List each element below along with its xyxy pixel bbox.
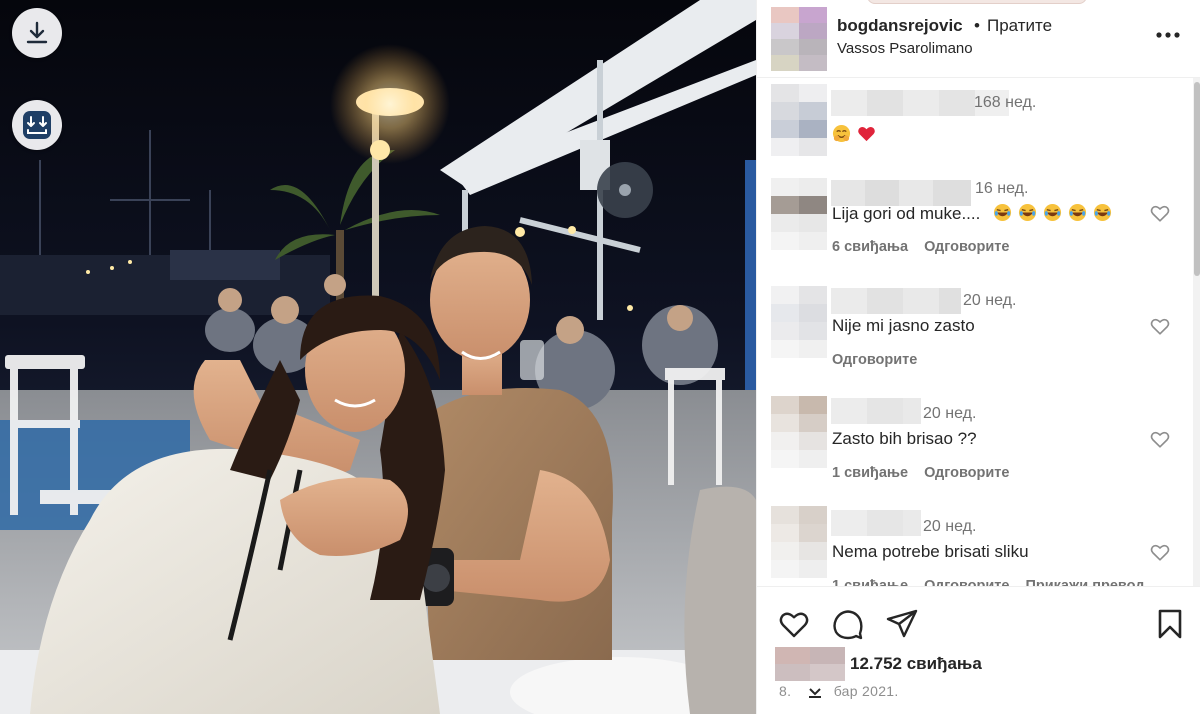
like-heart-icon[interactable] bbox=[777, 607, 811, 641]
username-blurred[interactable] bbox=[831, 398, 921, 424]
comment-meta: 1 свиђање Одговорите bbox=[832, 465, 1025, 481]
comment-avatar[interactable] bbox=[771, 178, 827, 250]
likes-count[interactable]: 12.752 свиђања bbox=[850, 654, 982, 674]
follow-button[interactable]: Пратите bbox=[987, 16, 1052, 36]
laughing-emoji bbox=[1069, 203, 1087, 222]
comment-bubble-icon[interactable] bbox=[831, 607, 865, 641]
username-blurred[interactable] bbox=[831, 510, 921, 536]
comments-list: 168 нед. 16 нед. Lija gori od muke.... 6… bbox=[757, 78, 1200, 586]
post-header: bogdansrejovic • Пратите Vassos Psarolim… bbox=[757, 0, 1200, 78]
comment-time: 16 нед. bbox=[975, 180, 1029, 197]
more-horizontal-icon bbox=[1156, 32, 1180, 38]
comment-meta: 6 свиђања Одговорите bbox=[832, 239, 1025, 255]
laughing-emoji bbox=[1019, 203, 1037, 222]
username-link[interactable]: bogdansrejovic bbox=[837, 16, 963, 36]
comments-scrollbar[interactable] bbox=[1193, 78, 1200, 586]
comment-text: Nije mi jasno zasto bbox=[832, 316, 975, 335]
laughing-emoji bbox=[1094, 203, 1112, 222]
comment-time: 20 нед. bbox=[923, 405, 977, 422]
comment-item: 168 нед. bbox=[757, 84, 1193, 184]
like-comment-heart-icon[interactable] bbox=[1149, 202, 1171, 224]
comment-time: 20 нед. bbox=[963, 292, 1017, 309]
avatar[interactable] bbox=[771, 7, 827, 71]
comment-avatar[interactable] bbox=[771, 396, 827, 468]
restaurant-night-photo bbox=[0, 0, 756, 714]
like-comment-heart-icon[interactable] bbox=[1149, 315, 1171, 337]
comment-avatar[interactable] bbox=[771, 506, 827, 578]
comment-avatar[interactable] bbox=[771, 84, 827, 156]
red-heart-emoji bbox=[858, 127, 875, 142]
post-sidebar: bogdansrejovic • Пратите Vassos Psarolim… bbox=[756, 0, 1200, 714]
comment-meta: Одговорите bbox=[832, 352, 933, 368]
reply-button[interactable]: Одговорите bbox=[924, 465, 1009, 481]
comment-avatar[interactable] bbox=[771, 286, 827, 358]
comment-likes-link[interactable]: 6 свиђања bbox=[832, 239, 908, 255]
comment-likes-link[interactable]: 1 свиђање bbox=[832, 578, 908, 586]
separator-dot: • bbox=[974, 16, 980, 35]
bookmark-icon[interactable] bbox=[1153, 607, 1187, 641]
location-link[interactable]: Vassos Psarolimano bbox=[837, 40, 973, 57]
download-button[interactable] bbox=[12, 8, 62, 58]
laughing-emoji bbox=[1044, 203, 1062, 222]
comment-time: 20 нед. bbox=[923, 518, 977, 535]
date-prefix: 8. bbox=[779, 683, 792, 699]
post-actions: 12.752 свиђања 8. бар 2021. bbox=[757, 586, 1200, 714]
date-suffix: бар 2021. bbox=[833, 683, 899, 699]
laughing-emoji bbox=[994, 203, 1012, 222]
reply-button[interactable]: Одговорите bbox=[924, 578, 1009, 586]
download-tray-icon bbox=[23, 111, 51, 139]
reply-button[interactable]: Одговорите bbox=[832, 352, 917, 368]
like-comment-heart-icon[interactable] bbox=[1149, 541, 1171, 563]
reply-button[interactable]: Одговорите bbox=[924, 239, 1009, 255]
hug-emoji bbox=[832, 124, 851, 143]
comment-text-body: Lija gori od muke.... bbox=[832, 204, 981, 223]
chevron-down-icon[interactable] bbox=[807, 685, 823, 699]
comment-text: Nema potrebe brisati sliku bbox=[832, 542, 1029, 561]
comment-likes-link[interactable]: 1 свиђање bbox=[832, 465, 908, 481]
likers-avatar[interactable] bbox=[775, 647, 845, 681]
like-comment-heart-icon[interactable] bbox=[1149, 428, 1171, 450]
more-options-button[interactable] bbox=[1153, 20, 1183, 50]
share-paper-plane-icon[interactable] bbox=[885, 607, 919, 641]
comment-meta: 1 свиђање Одговорите Прикажи превод bbox=[832, 578, 1160, 586]
scrollbar-thumb[interactable] bbox=[1194, 82, 1200, 276]
download-icon bbox=[26, 21, 48, 44]
top-pill bbox=[867, 0, 1087, 4]
post-photo bbox=[0, 0, 756, 714]
show-translation-link[interactable]: Прикажи превод bbox=[1025, 578, 1144, 586]
comment-text bbox=[832, 124, 882, 145]
comment-time: 168 нед. bbox=[974, 94, 1037, 111]
username-blurred[interactable] bbox=[831, 288, 961, 314]
comment-text: Lija gori od muke.... bbox=[832, 203, 1118, 224]
post-date[interactable]: 8. бар 2021. bbox=[779, 683, 899, 699]
save-to-device-button[interactable] bbox=[12, 100, 62, 150]
comment-text: Zasto bih brisao ?? bbox=[832, 429, 977, 448]
